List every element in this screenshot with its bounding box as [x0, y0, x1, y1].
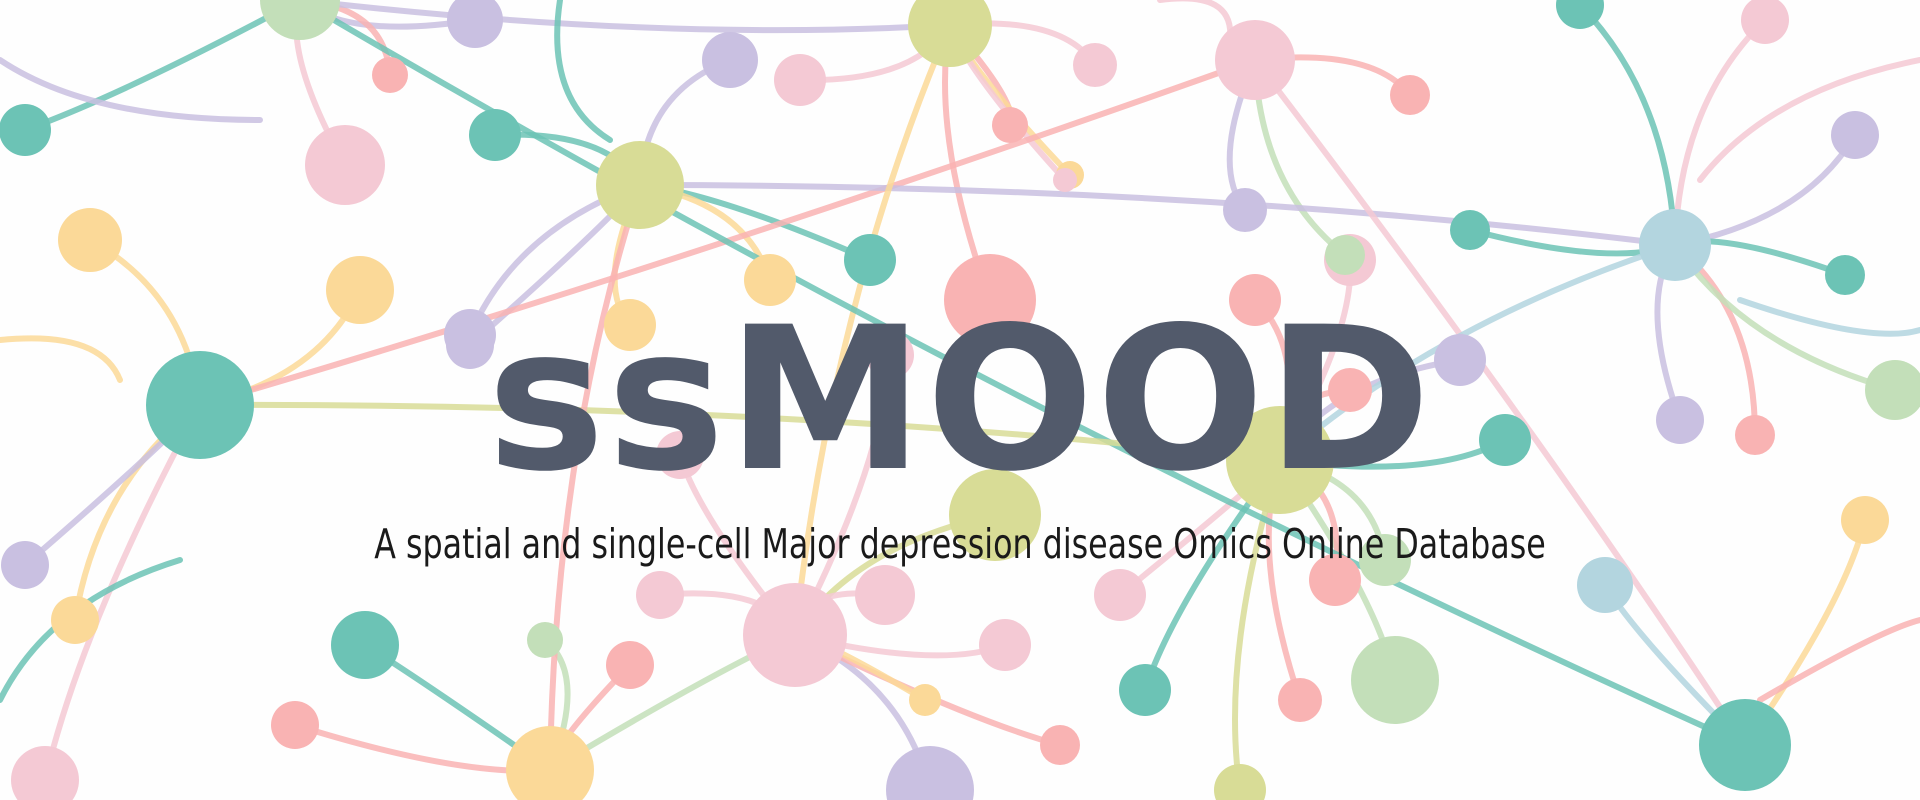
network-link: [1577, 2, 1678, 248]
network-node: [1, 541, 49, 589]
network-node: [1325, 235, 1365, 275]
network-node: [1119, 664, 1171, 716]
network-node: [855, 565, 915, 625]
network-node: [1278, 678, 1322, 722]
network-node: [469, 109, 521, 161]
network-node: [844, 234, 896, 286]
network-node: [596, 141, 684, 229]
network-node: [271, 701, 319, 749]
network-node: [1825, 255, 1865, 295]
site-subtitle: A spatial and single-cell Major depressi…: [374, 520, 1546, 568]
network-node: [1351, 636, 1439, 724]
network-node: [305, 125, 385, 205]
network-node: [0, 104, 51, 156]
network-node: [992, 107, 1028, 143]
network-node: [506, 726, 594, 800]
network-node: [636, 571, 684, 619]
network-node: [774, 54, 826, 106]
network-node: [1094, 569, 1146, 621]
network-link: [637, 182, 1678, 248]
network-node: [909, 684, 941, 716]
network-node: [58, 208, 122, 272]
network-node: [51, 596, 99, 644]
network-node: [606, 641, 654, 689]
network-node: [11, 746, 79, 800]
network-node: [1390, 75, 1430, 115]
network-node: [1699, 699, 1791, 791]
network-node: [1841, 496, 1889, 544]
network-link: [22, 0, 303, 133]
network-node: [527, 622, 563, 658]
network-link: [1757, 617, 1920, 703]
network-link: [1697, 57, 1920, 183]
network-node: [886, 746, 974, 800]
network-node: [702, 32, 758, 88]
network-node: [743, 583, 847, 687]
network-node: [1040, 725, 1080, 765]
network-node: [1831, 111, 1879, 159]
network-node: [1073, 43, 1117, 87]
network-node: [1450, 210, 1490, 250]
hero-banner: ssMOOD A spatial and single-cell Major d…: [0, 0, 1920, 800]
network-node: [372, 57, 408, 93]
network-node: [1223, 188, 1267, 232]
network-node: [1639, 209, 1711, 281]
network-node: [1214, 764, 1266, 800]
network-node: [447, 0, 503, 48]
network-node: [979, 619, 1031, 671]
site-title: ssMOOD: [487, 284, 1433, 515]
network-link: [1157, 0, 1234, 43]
network-node: [331, 611, 399, 679]
network-node: [260, 0, 340, 40]
network-node: [1053, 168, 1077, 192]
network-node: [1215, 20, 1295, 100]
